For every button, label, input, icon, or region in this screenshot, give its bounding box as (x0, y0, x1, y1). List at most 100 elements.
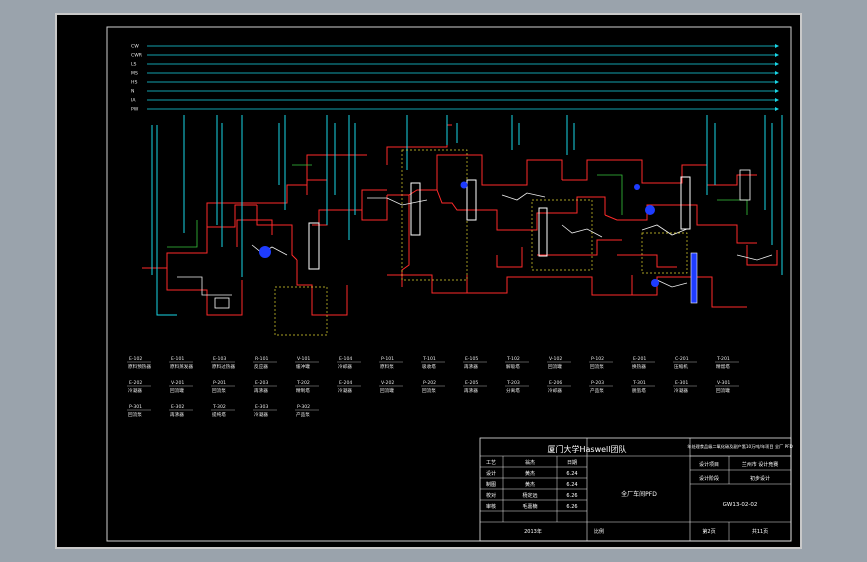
equipment-tag: P-203 (591, 380, 604, 386)
equipment-name: 换热器 (632, 363, 646, 370)
equipment-tag: T-203 (506, 380, 520, 386)
equipment-tag: P-202 (423, 380, 436, 386)
header-line-label: MS (131, 71, 138, 77)
process-flow-lines (142, 115, 783, 336)
equipment-tag: E-104 (339, 356, 352, 362)
header-arrow (775, 71, 779, 75)
drawing-name: 全厂车间PFD (621, 490, 657, 498)
pump-p302 (651, 279, 659, 287)
equipment-label: P-201回流泵 (211, 380, 235, 394)
equipment-name: 再沸器 (170, 411, 184, 418)
equipment-name: 回流泵 (128, 411, 142, 418)
pfd-canvas: CWCWRLSMSHSNIAPW E-102原料预热器E-101原料蒸发器E-1… (106, 26, 793, 542)
equipment-label: E-103原料过热器 (211, 356, 235, 370)
tb-role: 设计 (486, 470, 496, 477)
equipment-name: 产品泵 (296, 411, 310, 418)
flow-lines-white (177, 192, 773, 296)
equipment-label: E-206冷却器 (547, 380, 571, 394)
equipment-tag: R-101 (255, 356, 269, 362)
header-line-label: N (131, 89, 134, 95)
equipment-name: 冷却器 (338, 363, 352, 370)
equipment-label: E-203再沸器 (253, 380, 277, 394)
equipment-label: E-302再沸器 (169, 404, 193, 418)
inner-frame (106, 26, 792, 542)
equipment-name: 原料泵 (380, 363, 394, 370)
equipment-name: 压缩机 (674, 363, 688, 370)
equipment-name: 缓冲罐 (296, 363, 310, 370)
equipment-label: V-301回流罐 (715, 380, 739, 394)
tb-date: 6.26 (566, 493, 577, 499)
pump-p201 (460, 181, 468, 189)
title-block-rows: 工艺 翁杰 日期设计 黄杰 6.24制图 黄杰 6.24校对 杨定远 6.26审核 毛嘉楠 6.26 (486, 459, 578, 510)
design-stage-value: 初步设计 (750, 475, 770, 482)
equipment-name: 脱氢塔 (632, 387, 646, 394)
equipment-tag: E-101 (171, 356, 184, 362)
tb-name: 黄杰 (525, 470, 535, 477)
equipment-label: C-201压缩机 (673, 356, 697, 370)
equipment-tag: T-301 (632, 380, 646, 386)
equipment-tag: V-101 (297, 356, 310, 362)
header-arrow (775, 98, 779, 102)
equipment-label: E-303冷凝器 (253, 404, 277, 418)
equipment-tag: E-205 (465, 380, 478, 386)
equipment-label: T-203分离塔 (505, 380, 529, 394)
equipment-tag: E-204 (339, 380, 352, 386)
equipment-tag: T-201 (716, 356, 730, 362)
equipment-label: T-202精制塔 (295, 380, 319, 394)
scale-label: 比例 (594, 528, 604, 535)
equipment-label: T-301脱氢塔 (631, 380, 655, 394)
equipment-tag: E-203 (255, 380, 268, 386)
equipment-tag: E-302 (171, 404, 184, 410)
header-line-label: IA (131, 98, 136, 104)
equipment-name: 回流泵 (212, 387, 226, 394)
equipment-label: E-201换热器 (631, 356, 655, 370)
column-t301 (680, 176, 691, 230)
equipment-name: 原料预热器 (128, 363, 151, 370)
equipment-name: 再沸器 (464, 363, 478, 370)
tb-date: 日期 (567, 460, 577, 466)
equipment-label: E-301冷凝器 (673, 380, 697, 394)
equipment-label: E-204冷凝器 (337, 380, 361, 394)
equipment-label: V-101缓冲罐 (295, 356, 319, 370)
equipment-tag: P-201 (213, 380, 226, 386)
equipment-tag: E-301 (675, 380, 688, 386)
team-name: 厦门大学Haswell团队 (548, 444, 627, 454)
equipment-label: E-202冷凝器 (127, 380, 151, 394)
design-project-value: 兰州市 设计竞赛 (742, 461, 779, 468)
equipment-tag: E-103 (213, 356, 226, 362)
equipment-tag: E-303 (255, 404, 268, 410)
header-arrow (775, 107, 779, 111)
header-arrow (775, 53, 779, 57)
equipment-name: 产品泵 (590, 387, 604, 394)
tb-date: 6.24 (566, 482, 577, 488)
equipment-tag: V-102 (549, 356, 562, 362)
tb-role: 工艺 (486, 460, 496, 466)
design-project-label: 设计项目 (699, 461, 719, 468)
equipment-label: E-105再沸器 (463, 356, 487, 370)
tb-role: 校对 (486, 492, 496, 499)
header-arrow (775, 44, 779, 48)
green-lines (167, 164, 748, 248)
tb-name: 翁杰 (525, 459, 535, 466)
equipment-label: E-104冷却器 (337, 356, 361, 370)
equipment-tag: T-101 (422, 356, 436, 362)
equipment-name: 回流罐 (548, 363, 562, 370)
title-block: 厦门大学Haswell团队 年处理食品级二氧化碳及副产氢10万吨/年项目 全厂 … (479, 437, 793, 542)
equipment-label: V-102回流罐 (547, 356, 571, 370)
tb-date: 6.26 (566, 504, 577, 510)
drum-v101 (214, 297, 230, 309)
equipment-tag: V-201 (171, 380, 184, 386)
column-t302 (690, 252, 698, 304)
equipment-label: T-201精馏塔 (715, 356, 739, 370)
equipment-label: T-101吸收塔 (421, 356, 445, 370)
equipment-name: 回流罐 (716, 387, 730, 394)
sheet-total: 共11页 (752, 528, 768, 535)
equipment-name: 解吸塔 (506, 363, 520, 370)
tb-name: 毛嘉楠 (522, 503, 537, 510)
equipment-name: 回流泵 (422, 387, 436, 394)
equipment-label: V-202回流罐 (379, 380, 403, 394)
equipment-name: 冷凝器 (128, 387, 142, 394)
equipment-label: P-302产品泵 (295, 404, 319, 418)
tb-role: 审核 (486, 503, 496, 510)
equipment-label: P-101原料泵 (379, 356, 403, 370)
